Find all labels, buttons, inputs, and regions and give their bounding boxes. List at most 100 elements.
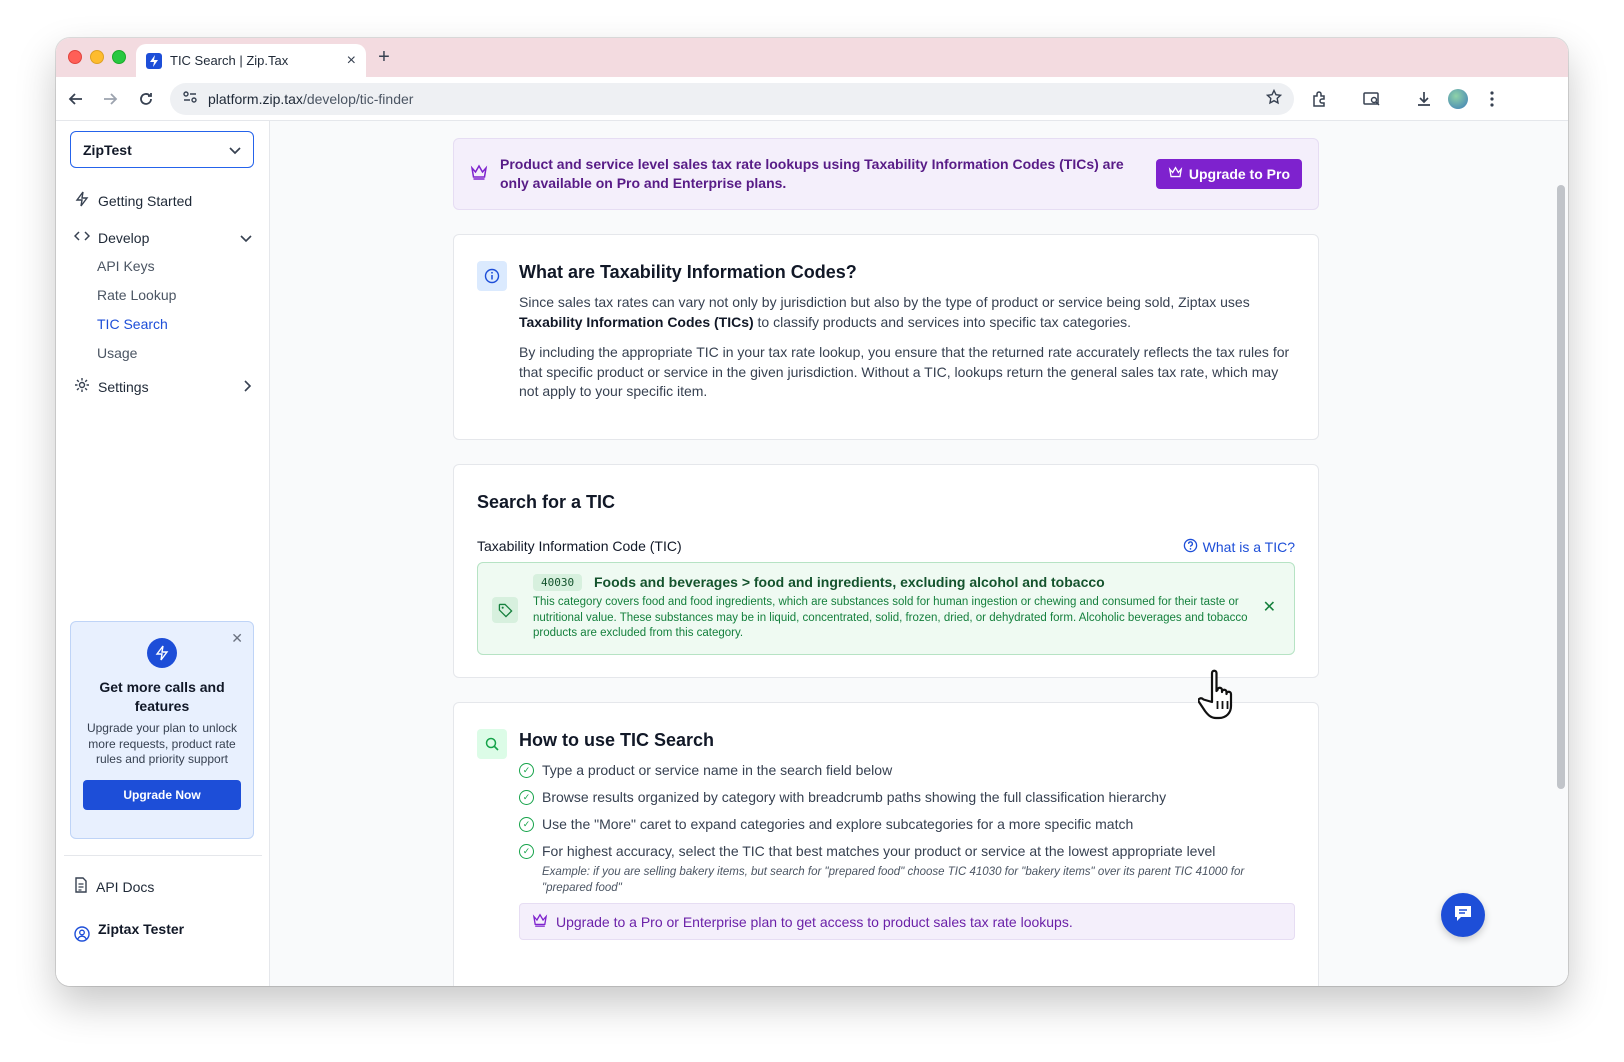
sidebar-item-develop[interactable]: Develop — [73, 228, 252, 247]
bolt-icon — [147, 638, 177, 668]
what-is-tic-link[interactable]: What is a TIC? — [1183, 538, 1295, 556]
browser-toolbar: platform.zip.tax/develop/tic-finder — [56, 77, 1568, 121]
crown-icon — [1168, 166, 1183, 182]
close-icon[interactable]: ✕ — [231, 630, 243, 647]
back-arrow-icon[interactable] — [64, 87, 88, 111]
reload-icon[interactable] — [134, 87, 158, 111]
check-circle-icon: ✓ — [519, 762, 534, 778]
kebab-menu-icon[interactable] — [1480, 87, 1504, 111]
tab-title: TIC Search | Zip.Tax — [170, 53, 289, 68]
tab-close-icon[interactable]: × — [347, 52, 356, 70]
user-circle-icon — [74, 926, 90, 945]
crown-icon — [532, 913, 548, 930]
sidebar-item-getting-started[interactable]: Getting Started — [74, 191, 252, 210]
step-text: Browse results organized by category wit… — [542, 789, 1167, 805]
tic-name: Foods and beverages > food and ingredien… — [594, 574, 1105, 590]
sidebar-item-usage[interactable]: Usage — [97, 345, 137, 361]
tic-field-label: Taxability Information Code (TIC) — [477, 538, 682, 554]
selected-tic[interactable]: 40030 Foods and beverages > food and ing… — [477, 562, 1295, 655]
url-host: platform.zip.tax — [208, 91, 303, 107]
site-info-icon[interactable] — [182, 89, 198, 110]
tab-search-icon[interactable] — [1360, 87, 1384, 111]
tic-description: This category covers food and food ingre… — [533, 596, 1248, 639]
search-tic-card: Search for a TIC Taxability Information … — [453, 464, 1319, 678]
example-note: Example: if you are selling bakery items… — [542, 866, 1245, 894]
card-title: What are Taxability Information Codes? — [519, 262, 857, 282]
chat-button[interactable] — [1441, 893, 1485, 937]
tic-intro-paragraph: Since sales tax rates can vary not only … — [519, 293, 1294, 332]
scrollbar-thumb[interactable] — [1557, 185, 1565, 789]
list-item: ✓ Browse results organized by category w… — [519, 789, 1166, 805]
crown-icon — [470, 164, 488, 185]
tab-strip: TIC Search | Zip.Tax × + — [56, 38, 1568, 77]
profile-avatar-icon[interactable] — [1446, 87, 1470, 111]
question-icon — [1183, 538, 1198, 556]
what-are-tics-card: What are Taxability Information Codes? S… — [453, 234, 1319, 440]
zoom-window-button[interactable] — [112, 50, 126, 64]
sidebar-item-tic-search[interactable]: TIC Search — [97, 316, 168, 332]
info-icon — [477, 261, 507, 291]
check-circle-icon: ✓ — [519, 789, 534, 805]
sidebar-user[interactable]: Ziptax Tester — [74, 912, 252, 945]
sidebar-item-label: API Docs — [96, 878, 155, 895]
sidebar-item-api-docs[interactable]: API Docs — [74, 877, 252, 896]
promo-title: Get more calls and features — [99, 679, 225, 714]
sidebar-item-label: Getting Started — [98, 192, 193, 209]
upgrade-notice-text: Upgrade to a Pro or Enterprise plan to g… — [556, 913, 1073, 930]
intro-text: Since sales tax rates can vary not only … — [519, 294, 1250, 310]
tic-explanation-paragraph: By including the appropriate TIC in your… — [519, 344, 1290, 399]
sidebar-item-api-keys[interactable]: API Keys — [97, 258, 155, 274]
how-to-use-card: How to use TIC Search ✓ Type a product o… — [453, 702, 1319, 986]
url-path: /develop/tic-finder — [302, 91, 414, 107]
forward-arrow-icon[interactable] — [98, 87, 122, 111]
promo-text: Upgrade your plan to unlock more request… — [86, 721, 238, 766]
check-circle-icon: ✓ — [519, 843, 534, 859]
upgrade-to-pro-button[interactable]: Upgrade to Pro — [1155, 159, 1302, 189]
sidebar: ZipTest Getting Started Develop API Keys… — [56, 121, 270, 986]
pro-plan-banner: Product and service level sales tax rate… — [453, 138, 1319, 210]
search-icon — [477, 729, 507, 759]
what-is-tic-label: What is a TIC? — [1202, 539, 1295, 555]
org-selector[interactable]: ZipTest — [70, 131, 254, 168]
intro-bold-text: Taxability Information Codes (TICs) — [519, 313, 754, 330]
gear-icon — [74, 377, 90, 396]
sidebar-item-label: Develop — [98, 229, 150, 246]
chevron-right-icon — [244, 379, 252, 395]
url-text: platform.zip.tax/develop/tic-finder — [208, 91, 1256, 107]
address-bar[interactable]: platform.zip.tax/develop/tic-finder — [170, 83, 1294, 115]
clear-selection-icon[interactable]: ✕ — [1263, 597, 1276, 617]
card-title: How to use TIC Search — [519, 730, 715, 750]
sidebar-item-rate-lookup[interactable]: Rate Lookup — [97, 287, 176, 303]
intro-text-end: to classify products and services into s… — [753, 313, 1132, 330]
minimize-window-button[interactable] — [90, 50, 104, 64]
close-window-button[interactable] — [68, 50, 82, 64]
sidebar-item-settings[interactable]: Settings — [74, 377, 252, 396]
upgrade-now-button[interactable]: Upgrade Now — [83, 779, 241, 810]
new-tab-button[interactable]: + — [372, 46, 396, 69]
bolt-icon — [74, 191, 90, 210]
hand-cursor-icon — [1197, 667, 1246, 726]
bookmark-star-icon[interactable] — [1265, 88, 1283, 110]
chevron-down-icon — [240, 230, 252, 246]
chat-icon — [1452, 902, 1474, 929]
divider — [64, 855, 262, 856]
page-content: ZipTest Getting Started Develop API Keys… — [56, 121, 1568, 986]
document-icon — [74, 877, 88, 896]
page-scrollbar[interactable] — [1554, 121, 1568, 986]
zip-tax-favicon — [146, 52, 162, 69]
extensions-icon[interactable] — [1308, 87, 1332, 111]
browser-window: TIC Search | Zip.Tax × + platform.zip.ta… — [56, 38, 1568, 986]
upgrade-notice[interactable]: Upgrade to a Pro or Enterprise plan to g… — [519, 903, 1295, 940]
browser-tab[interactable]: TIC Search | Zip.Tax × — [136, 44, 366, 77]
sidebar-item-label: Settings — [98, 378, 149, 395]
upgrade-promo-card: ✕ Get more calls and features Upgrade yo… — [70, 621, 254, 839]
tag-icon — [492, 597, 518, 623]
step-text: For highest accuracy, select the TIC tha… — [542, 843, 1216, 859]
download-icon[interactable] — [1412, 87, 1436, 111]
user-name: Ziptax Tester — [98, 920, 185, 937]
list-item: ✓ Use the "More" caret to expand categor… — [519, 816, 1133, 832]
list-item: ✓ For highest accuracy, select the TIC t… — [519, 843, 1215, 859]
card-title: Search for a TIC — [477, 492, 616, 512]
org-selector-value: ZipTest — [83, 141, 132, 158]
list-item: ✓ Type a product or service name in the … — [519, 762, 892, 778]
